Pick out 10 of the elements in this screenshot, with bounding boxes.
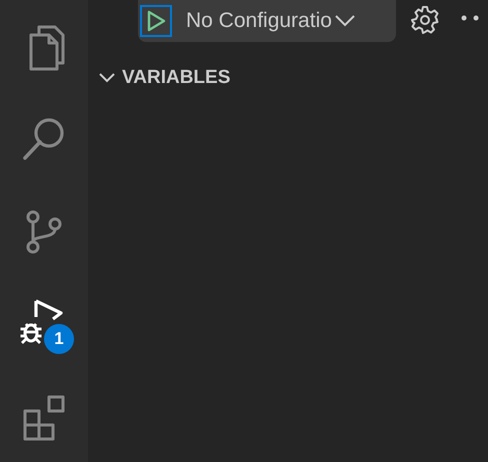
section-header[interactable]: VARIABLES	[122, 64, 230, 92]
settings-icon[interactable]	[410, 5, 440, 35]
notification-badge: 1	[44, 324, 74, 354]
chevron-icon[interactable]	[98, 72, 116, 84]
play-icon	[146, 10, 166, 32]
bug-icon[interactable]	[19, 323, 43, 345]
caret-icon	[334, 14, 356, 28]
configuration-dropdown[interactable]: No Configuratio	[172, 5, 356, 37]
play-icon[interactable]	[34, 300, 63, 322]
start-debugging-button[interactable]	[140, 5, 172, 37]
